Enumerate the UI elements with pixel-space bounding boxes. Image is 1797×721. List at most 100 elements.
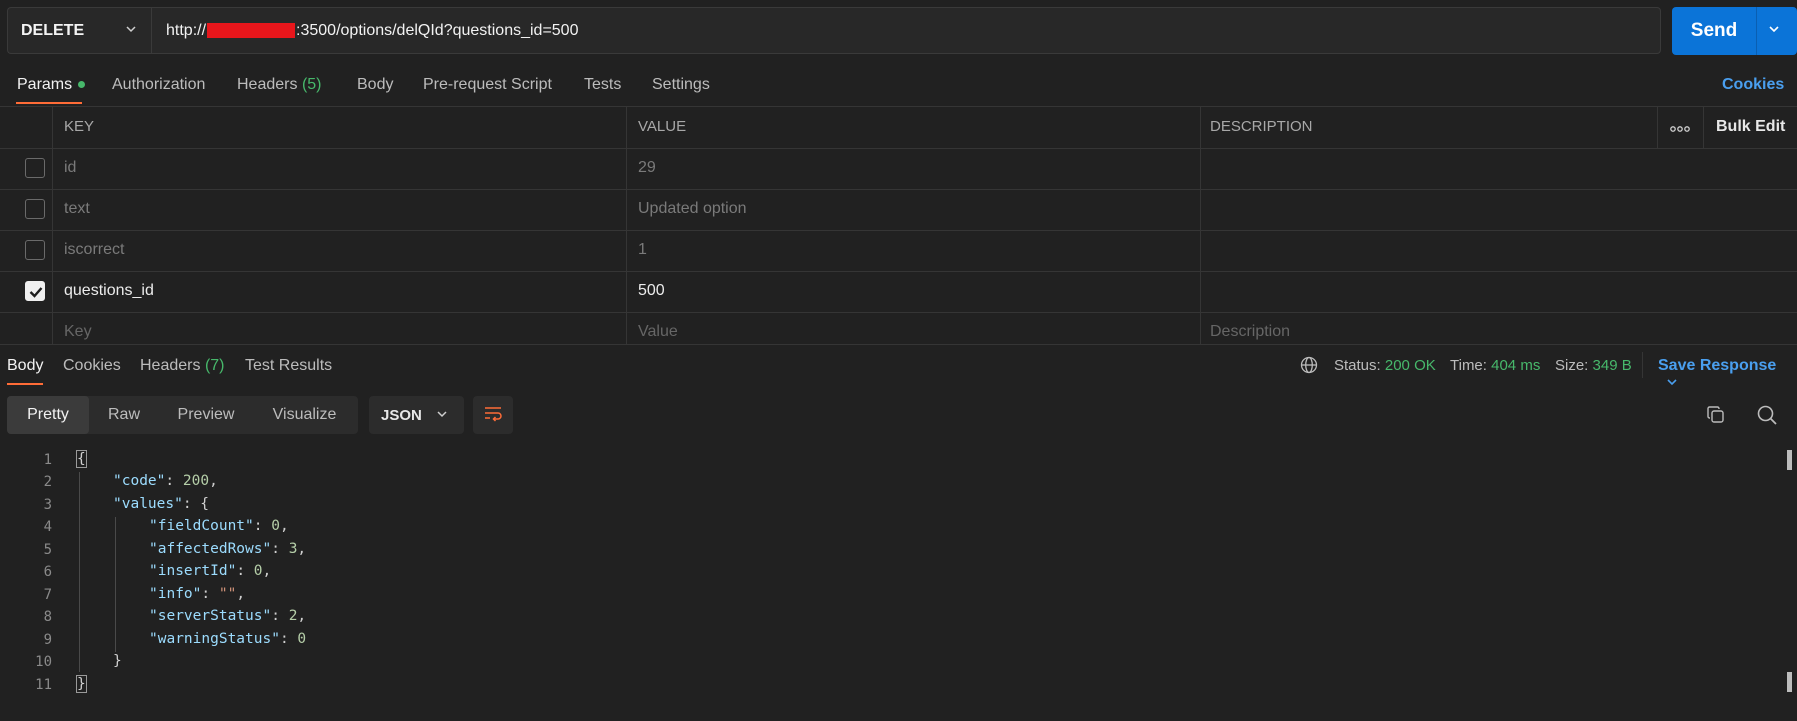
checkbox-icon[interactable]: [25, 158, 45, 178]
status-info: Status: 200 OK: [1334, 357, 1436, 374]
param-key[interactable]: iscorrect: [64, 241, 124, 259]
checkbox-icon[interactable]: [25, 240, 45, 260]
format-select[interactable]: JSON: [369, 396, 464, 434]
view-pretty-button[interactable]: Pretty: [7, 396, 89, 434]
scrollbar-thumb[interactable]: [1787, 450, 1792, 470]
tab-headers[interactable]: Headers (5): [237, 76, 322, 94]
line-number: 4: [43, 519, 52, 535]
response-tab-cookies[interactable]: Cookies: [63, 357, 121, 375]
indent-guide: [115, 517, 116, 652]
headers-count: (5): [301, 76, 322, 93]
time-info: Time: 404 ms: [1450, 357, 1540, 374]
time-value[interactable]: 404 ms: [1491, 357, 1540, 374]
row-divider: [0, 189, 1797, 190]
size-label: Size:: [1555, 357, 1589, 374]
status-value[interactable]: 200 OK: [1385, 357, 1436, 374]
line-number: 8: [43, 609, 52, 625]
view-preview-button[interactable]: Preview: [159, 396, 253, 434]
wrap-lines-icon: [483, 404, 503, 427]
json-value: 0: [253, 563, 263, 579]
search-icon[interactable]: [1756, 404, 1778, 431]
globe-icon[interactable]: [1300, 356, 1318, 379]
checkbox-icon[interactable]: [25, 199, 45, 219]
table-border-top: [0, 106, 1797, 107]
save-response-button[interactable]: Save Response: [1658, 357, 1797, 393]
bulk-edit-button[interactable]: Bulk Edit: [1716, 118, 1785, 136]
response-tab-test-results[interactable]: Test Results: [245, 357, 332, 375]
row-divider: [0, 148, 1797, 149]
param-value[interactable]: Updated option: [638, 200, 747, 218]
col-divider: [1703, 106, 1704, 148]
tab-body[interactable]: Body: [357, 76, 393, 94]
table-border-bottom: [0, 344, 1797, 345]
method-label: DELETE: [21, 21, 85, 39]
wrap-lines-button[interactable]: [473, 396, 513, 434]
line-number: 11: [35, 677, 52, 693]
view-mode-segmented: Pretty Raw Preview Visualize: [7, 396, 358, 434]
chevron-down-icon[interactable]: [1767, 22, 1781, 41]
response-headers-label: Headers: [140, 357, 201, 374]
json-line: "fieldCount": 0,: [149, 518, 289, 534]
view-visualize-button[interactable]: Visualize: [253, 396, 356, 434]
size-value[interactable]: 349 B: [1593, 357, 1632, 374]
json-value: 3: [288, 541, 298, 557]
response-tab-headers[interactable]: Headers (7): [140, 357, 225, 375]
col-divider: [626, 106, 627, 344]
url-input[interactable]: http://:3500/options/delQId?questions_id…: [151, 7, 1661, 54]
json-line: "values": {: [113, 496, 210, 512]
tab-params[interactable]: Params: [17, 76, 86, 94]
tab-settings[interactable]: Settings: [652, 76, 710, 94]
json-line: "code": 200,: [113, 473, 218, 489]
param-value[interactable]: 500: [638, 282, 665, 300]
param-value[interactable]: 1: [638, 241, 647, 259]
col-header-description: DESCRIPTION: [1210, 118, 1313, 135]
divider: [1642, 352, 1643, 378]
chevron-down-icon: [125, 22, 137, 40]
new-value-input[interactable]: Value: [638, 323, 678, 341]
param-value[interactable]: 29: [638, 159, 656, 177]
line-number: 3: [43, 497, 52, 513]
param-key[interactable]: id: [64, 159, 76, 177]
view-raw-button[interactable]: Raw: [89, 396, 159, 434]
save-response-label: Save Response: [1658, 357, 1777, 374]
line-number: 2: [43, 474, 52, 490]
json-open-brace: {: [76, 450, 87, 468]
json-line: "insertId": 0,: [149, 563, 272, 579]
size-info: Size: 349 B: [1555, 357, 1632, 374]
param-key[interactable]: text: [64, 200, 90, 218]
col-header-value: VALUE: [638, 118, 687, 135]
line-number: 1: [43, 452, 52, 468]
json-line: "warningStatus": 0: [149, 631, 307, 647]
json-value: 0: [297, 631, 307, 647]
response-tab-body[interactable]: Body: [7, 357, 43, 375]
format-label: JSON: [381, 406, 422, 424]
copy-icon[interactable]: [1706, 405, 1726, 430]
chevron-down-icon: [1666, 375, 1678, 392]
scrollbar-thumb[interactable]: [1787, 672, 1792, 692]
more-dots-icon[interactable]: [1669, 121, 1691, 139]
active-response-tab-indicator: [7, 383, 43, 385]
send-label: Send: [1690, 20, 1738, 41]
row-divider: [0, 271, 1797, 272]
chevron-down-icon: [436, 407, 448, 424]
tab-authorization[interactable]: Authorization: [112, 76, 205, 94]
col-divider: [1200, 106, 1201, 344]
line-number: 7: [43, 587, 52, 603]
param-key[interactable]: questions_id: [64, 282, 154, 300]
cookies-link[interactable]: Cookies: [1722, 76, 1784, 94]
json-value: 200: [182, 473, 210, 489]
json-value: 0: [271, 518, 280, 534]
tab-prerequest-script[interactable]: Pre-request Script: [423, 76, 552, 94]
new-description-input[interactable]: Description: [1210, 323, 1290, 341]
active-tab-indicator: [16, 102, 82, 104]
checkbox-checked-icon[interactable]: [25, 281, 45, 301]
new-key-input[interactable]: Key: [64, 323, 92, 341]
send-button[interactable]: Send: [1672, 7, 1797, 55]
json-line: "affectedRows": 3,: [149, 541, 307, 557]
method-select[interactable]: DELETE: [7, 7, 151, 54]
tab-headers-label: Headers: [237, 76, 298, 93]
tab-tests[interactable]: Tests: [584, 76, 621, 94]
json-line: "serverStatus": 2,: [149, 608, 307, 624]
line-number: 6: [43, 564, 52, 580]
json-value: 2: [288, 608, 298, 624]
